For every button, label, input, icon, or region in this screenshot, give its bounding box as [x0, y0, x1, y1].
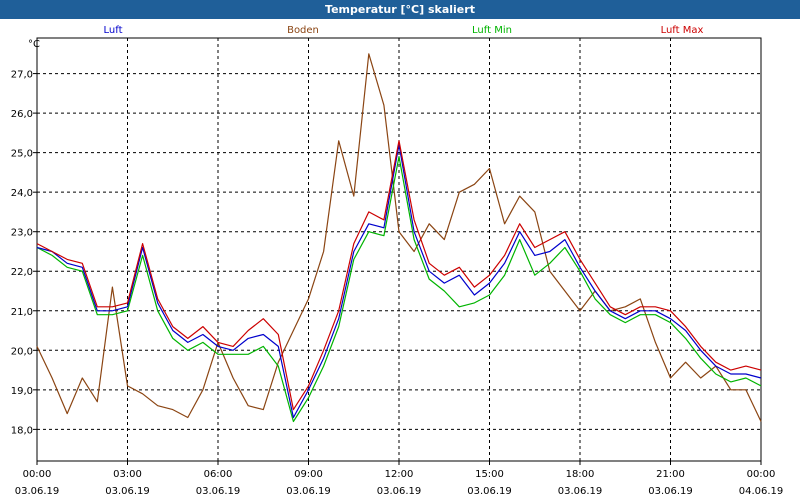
chart-window: Temperatur [°C] skaliert 18,0 19,0 20,0 21,… [0, 0, 800, 500]
legend-entry-luft-max: Luft Max [661, 25, 704, 36]
y-tick-label: 23,0 [11, 228, 33, 239]
x-tick-time-label: 12:00 [385, 469, 414, 480]
x-tick-time-label: 15:00 [475, 469, 504, 480]
x-tick-time-label: 06:00 [204, 469, 233, 480]
y-tick-label: 26,0 [11, 109, 33, 120]
y-tick-label: 18,0 [11, 425, 33, 436]
window-title: Temperatur [°C] skaliert [0, 0, 800, 19]
y-tick-label: 27,0 [11, 70, 33, 81]
x-tick-date-label: 03.06.19 [558, 486, 603, 497]
y-tick-label: 25,0 [11, 149, 33, 160]
y-tick-label: 24,0 [11, 188, 33, 199]
legend: Luft Boden Luft Min Luft Max [104, 25, 704, 36]
y-tick-label: 20,0 [11, 346, 33, 357]
x-tick-time-label: 09:00 [294, 469, 323, 480]
y-tick-label: 19,0 [11, 386, 33, 397]
legend-entry-luft-min: Luft Min [472, 25, 512, 36]
x-tick-date-label: 03.06.19 [196, 486, 241, 497]
y-axis-unit: °C [28, 39, 40, 50]
x-tick-date-label: 03.06.19 [377, 486, 422, 497]
x-tick-time-label: 18:00 [566, 469, 595, 480]
x-tick-time-label: 00:00 [747, 469, 776, 480]
x-tick-date-label: 04.06.19 [739, 486, 784, 497]
y-tick-label: 22,0 [11, 267, 33, 278]
x-tick-date-label: 03.06.19 [105, 486, 150, 497]
y-tick-label: 21,0 [11, 307, 33, 318]
legend-entry-boden: Boden [287, 25, 319, 36]
legend-entry-luft: Luft [104, 25, 123, 36]
x-tick-time-label: 00:00 [23, 469, 52, 480]
x-tick-date-label: 03.06.19 [467, 486, 512, 497]
x-tick-time-label: 21:00 [656, 469, 685, 480]
x-tick-date-label: 03.06.19 [15, 486, 60, 497]
temperature-chart: 18,0 19,0 20,0 21,0 22,0 23,0 24,0 25,0 26,0 27,0… [11, 25, 784, 497]
x-tick-time-label: 03:00 [113, 469, 142, 480]
x-tick-date-label: 03.06.19 [648, 486, 693, 497]
x-tick-date-label: 03.06.19 [286, 486, 331, 497]
